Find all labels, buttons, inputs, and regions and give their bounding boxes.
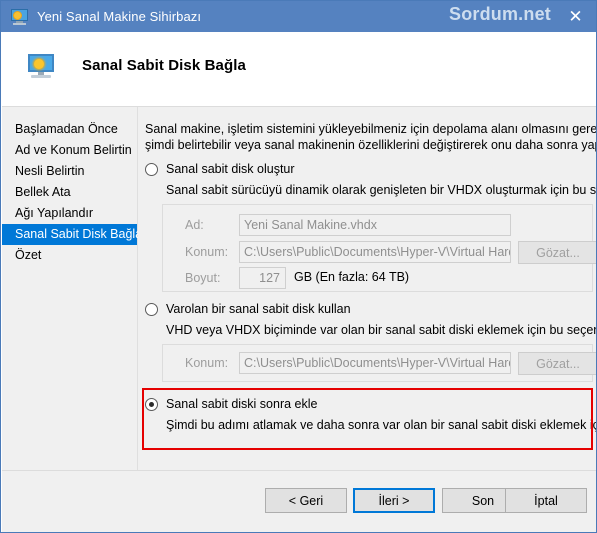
intro-line-1: Sanal makine, işletim sistemini yükleyeb… bbox=[145, 122, 597, 136]
location-input[interactable]: C:\Users\Public\Documents\Hyper-V\Virtua… bbox=[239, 241, 511, 263]
existing-location-field-label: Konum: bbox=[185, 356, 229, 370]
intro-description: Sanal makine, işletim sistemini yükleyeb… bbox=[145, 121, 597, 153]
radio-label-use-existing: Varolan bir sanal sabit disk kullan bbox=[166, 302, 351, 316]
radio-label-create-disk: Sanal sabit disk oluştur bbox=[166, 162, 295, 176]
browse-button-existing[interactable]: Gözat... bbox=[518, 352, 596, 375]
radio-indicator-use-existing[interactable] bbox=[145, 303, 158, 316]
header-monitor-icon bbox=[28, 54, 54, 78]
sidebar-item-ozet[interactable]: Özet bbox=[2, 245, 137, 266]
sidebar-item-ad-ve-konum-belirtin[interactable]: Ad ve Konum Belirtin bbox=[2, 140, 137, 161]
location-field-label: Konum: bbox=[185, 245, 229, 259]
sidebar-item-sanal-sabit-disk-bagla[interactable]: Sanal Sabit Disk Bağla bbox=[2, 224, 142, 245]
title-bar: Yeni Sanal Makine Sihirbazı Sordum.net ✕ bbox=[1, 1, 596, 32]
radio-option-attach-later[interactable]: Sanal sabit diski sonra ekle bbox=[145, 397, 317, 411]
size-input[interactable]: 127 bbox=[239, 267, 286, 289]
window-title: Yeni Sanal Makine Sihirbazı bbox=[37, 9, 202, 24]
radio-desc-attach-later: Şimdi bu adımı atlamak ve daha sonra var… bbox=[166, 418, 596, 432]
footer-bar: < Geri İleri > Son İptal bbox=[2, 470, 596, 532]
site-watermark: Sordum.net bbox=[448, 4, 551, 24]
radio-indicator-attach-later[interactable] bbox=[145, 398, 158, 411]
sidebar-item-bellek-ata[interactable]: Bellek Ata bbox=[2, 182, 137, 203]
back-button[interactable]: < Geri bbox=[265, 488, 347, 513]
sidebar-item-nesli-belirtin[interactable]: Nesli Belirtin bbox=[2, 161, 137, 182]
radio-desc-use-existing: VHD veya VHDX biçiminde var olan bir san… bbox=[166, 323, 596, 337]
radio-desc-create-disk: Sanal sabit sürücüyü dinamik olarak geni… bbox=[166, 183, 597, 197]
wizard-steps-sidebar: Başlamadan Önce Ad ve Konum Belirtin Nes… bbox=[2, 107, 142, 470]
window-monitor-icon bbox=[11, 8, 28, 25]
sidebar-item-baslamadan-once[interactable]: Başlamadan Önce bbox=[2, 119, 137, 140]
name-field-label: Ad: bbox=[185, 218, 204, 232]
sidebar-item-agi-yapilandir[interactable]: Ağı Yapılandır bbox=[2, 203, 137, 224]
existing-location-input[interactable]: C:\Users\Public\Documents\Hyper-V\Virtua… bbox=[239, 352, 511, 374]
create-disk-groupbox: Ad: Yeni Sanal Makine.vhdx Konum: C:\Use… bbox=[162, 204, 596, 292]
content-panel: Sanal makine, işletim sistemini yükleyeb… bbox=[138, 107, 597, 470]
intro-line-2: şimdi belirtebilir veya sanal makinenin … bbox=[145, 138, 596, 152]
cancel-button[interactable]: İptal bbox=[505, 488, 587, 513]
next-button[interactable]: İleri > bbox=[353, 488, 435, 513]
radio-option-use-existing[interactable]: Varolan bir sanal sabit disk kullan bbox=[145, 302, 351, 316]
page-header: Sanal Sabit Disk Bağla bbox=[2, 32, 596, 107]
wizard-window: Yeni Sanal Makine Sihirbazı Sordum.net ✕… bbox=[0, 0, 597, 533]
existing-disk-groupbox: Konum: C:\Users\Public\Documents\Hyper-V… bbox=[162, 344, 596, 382]
size-unit-label: GB (En fazla: 64 TB) bbox=[294, 270, 410, 284]
radio-indicator-create-disk[interactable] bbox=[145, 163, 158, 176]
radio-label-attach-later: Sanal sabit diski sonra ekle bbox=[166, 397, 318, 411]
name-input[interactable]: Yeni Sanal Makine.vhdx bbox=[239, 214, 511, 236]
radio-option-create-disk[interactable]: Sanal sabit disk oluştur bbox=[145, 162, 295, 176]
close-icon[interactable]: ✕ bbox=[553, 1, 596, 32]
browse-button-create[interactable]: Gözat... bbox=[518, 241, 596, 264]
page-title: Sanal Sabit Disk Bağla bbox=[82, 57, 246, 74]
size-field-label: Boyut: bbox=[185, 271, 221, 285]
